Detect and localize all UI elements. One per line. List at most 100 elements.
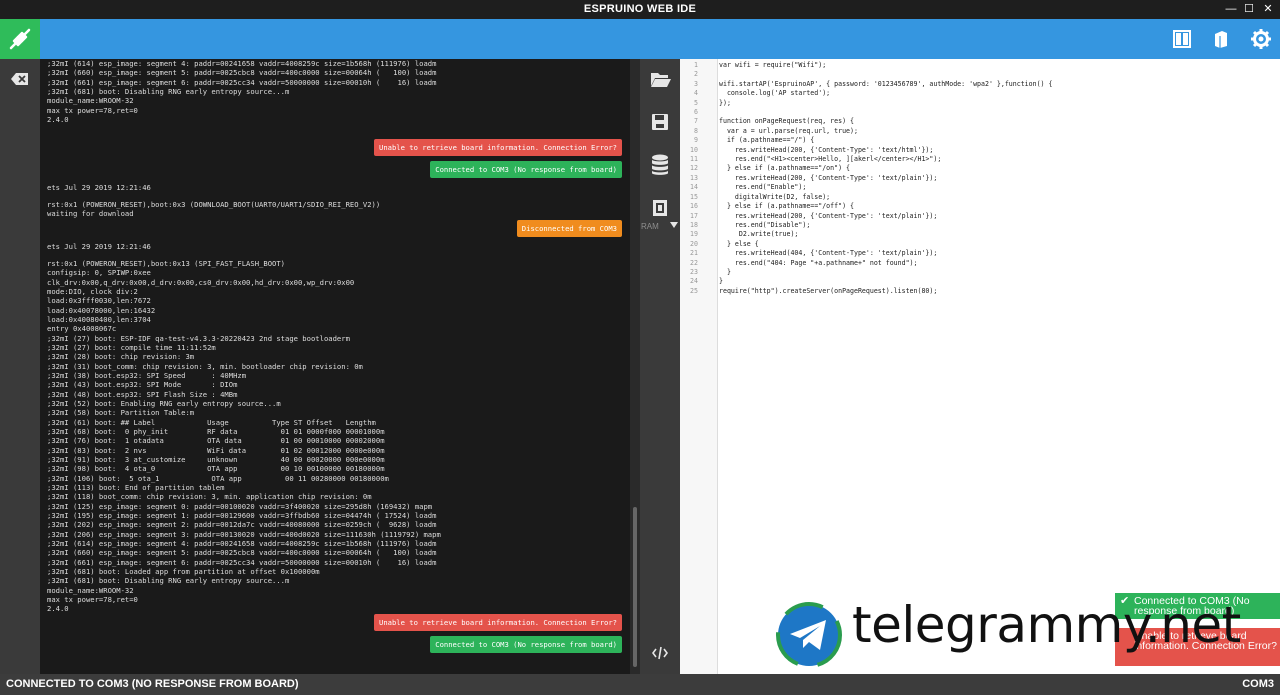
storage-icon[interactable]	[651, 154, 669, 176]
code-toggle-icon[interactable]	[652, 646, 668, 660]
settings-icon[interactable]	[1250, 28, 1272, 50]
backspace-icon[interactable]	[10, 71, 30, 87]
left-sidebar	[0, 59, 40, 674]
line-number: 3	[694, 79, 698, 88]
code-line: var wifi = require("Wifi");	[719, 61, 827, 69]
terminal[interactable]: ;32mI (614) esp_image: segment 4: paddr=…	[40, 59, 630, 674]
code-line: } else if (a.pathname=="/off") {	[719, 202, 854, 211]
terminal-line: mode:DIO, clock div:2	[47, 287, 138, 296]
terminal-line: ets Jul 29 2019 12:21:46	[47, 242, 151, 251]
line-number: 9	[694, 136, 698, 145]
terminal-line: ;32mI (660) esp_image: segment 5: paddr=…	[47, 548, 437, 558]
status-port: COM3	[1242, 678, 1274, 690]
code-line: } else {	[719, 239, 759, 248]
terminal-status-message: Unable to retrieve board information. Co…	[374, 139, 622, 156]
terminal-status-message: Unable to retrieve board information. Co…	[374, 614, 622, 631]
terminal-line: rst:0x1 (POWERON_RESET),boot:0x13 (SPI_F…	[47, 259, 285, 268]
middle-toolbar	[640, 59, 680, 674]
terminal-status-message: Connected to COM3 (No response from boar…	[430, 161, 622, 178]
terminal-line: ;32mI (661) esp_image: segment 6: paddr=…	[47, 557, 437, 567]
code-line: var a = url.parse(req.url, true);	[719, 126, 858, 135]
terminal-line: 2.4.0	[47, 604, 69, 614]
line-number: 1	[694, 61, 698, 69]
code-line: wifi.startAP('EspruinoAP', { password: '…	[719, 79, 1053, 88]
terminal-line: ;32mI (106) boot: 5 ota_1 OTA app 00 11 …	[47, 473, 389, 483]
terminal-line: ets Jul 29 2019 12:21:46	[47, 183, 151, 192]
line-number: 24	[690, 277, 698, 286]
line-number: 18	[690, 220, 698, 229]
line-number: 19	[690, 230, 698, 239]
code-line: res.end("Enable");	[719, 183, 807, 192]
code-line: } else if (a.pathname=="/on") {	[719, 164, 851, 173]
terminal-line: ;32mI (681) boot: Disabling RNG early en…	[47, 576, 290, 586]
terminal-line: ;32mI (202) esp_image: segment 2: paddr=…	[47, 520, 437, 530]
terminal-line: ;32mI (83) boot: 2 nvs WiFi data 01 02 0…	[47, 445, 385, 455]
code-line: });	[719, 98, 731, 107]
scroll-thumb[interactable]	[633, 507, 637, 667]
terminal-line: max tx power=78,ret=0	[47, 595, 138, 604]
folder-open-icon[interactable]	[650, 70, 672, 88]
line-number: 11	[690, 155, 698, 164]
telegram-logo-icon	[776, 602, 842, 668]
terminal-line: ;32mI (195) esp_image: segment 1: paddr=…	[47, 511, 437, 520]
title-bar: ESPRUINO WEB IDE — ☐ ✕	[0, 0, 1280, 19]
code-editor[interactable]: 1 2 3 4 5 6 7 8 9 10 11 12 13 14 15 16 17 18 19 20 21 22 23 24 2…	[680, 59, 1280, 674]
close-button[interactable]: ✕	[1259, 0, 1277, 19]
code-line: res.end("<H1><center>Hello, ][akerl</cen…	[719, 155, 942, 164]
split-view-icon[interactable]	[1171, 28, 1193, 50]
terminal-line: ;32mI (125) esp_image: segment 0: paddr=…	[47, 501, 433, 511]
terminal-line: load:0x40080400,len:3704	[47, 315, 151, 324]
line-number: 2	[694, 70, 698, 79]
watermark-text: telegrammy.net	[852, 596, 1241, 654]
terminal-line: ;32mI (48) boot.esp32: SPI Flash Size : …	[47, 389, 238, 399]
terminal-line: ;32mI (43) boot.esp32: SPI Mode : DIOm	[47, 380, 238, 390]
terminal-line: 2.4.0	[47, 115, 69, 124]
terminal-line: load:0x3fff0030,len:7672	[47, 296, 151, 306]
terminal-line: ;32mI (98) boot: 4 ota_0 OTA app 00 10 0…	[47, 464, 385, 474]
line-number: 15	[690, 192, 698, 201]
line-number: 10	[690, 145, 698, 154]
line-number: 12	[690, 164, 698, 173]
terminal-line: module_name:WROOM-32	[47, 585, 134, 595]
status-bar: CONNECTED TO COM3 (NO RESPONSE FROM BOAR…	[0, 674, 1280, 695]
line-number: 13	[690, 173, 698, 182]
line-number: 20	[690, 239, 698, 248]
book-icon[interactable]	[1210, 28, 1232, 50]
terminal-line: ;32mI (52) boot: Enabling RNG early entr…	[47, 399, 281, 408]
watermark: telegrammy.net	[776, 596, 1266, 668]
send-to-ram-icon[interactable]	[652, 199, 668, 217]
terminal-line: entry 0x4008067c	[47, 324, 117, 334]
maximize-button[interactable]: ☐	[1240, 0, 1258, 19]
terminal-line: ;32mI (113) boot: End of partition table…	[47, 483, 225, 492]
terminal-line: ;32mI (206) esp_image: segment 3: paddr=…	[47, 529, 441, 539]
line-number: 17	[690, 211, 698, 220]
terminal-line: waiting for download	[47, 209, 134, 219]
terminal-scrollbar[interactable]	[630, 59, 640, 674]
connect-icon	[9, 28, 31, 50]
minimize-button[interactable]: —	[1222, 0, 1240, 19]
terminal-line: ;32mI (681) boot: Loaded app from partit…	[47, 567, 320, 576]
code-content[interactable]: var wifi = require("Wifi"); wifi.startAP…	[719, 61, 1052, 296]
status-connection: CONNECTED TO COM3 (NO RESPONSE FROM BOAR…	[6, 678, 299, 690]
code-line: digitalWrite(D2, false);	[719, 192, 831, 201]
chevron-down-icon[interactable]	[670, 221, 678, 229]
terminal-line: ;32mI (58) boot: Partition Table:m	[47, 408, 195, 418]
terminal-line: ;32mI (68) boot: 0 phy_init RF data 01 0…	[47, 427, 385, 436]
line-number: 23	[690, 267, 698, 276]
terminal-line: ;32mI (38) boot.esp32: SPI Speed : 40MHz…	[47, 371, 247, 380]
code-line: res.writeHead(200, {'Content-Type': 'tex…	[719, 145, 934, 154]
save-icon[interactable]	[651, 113, 669, 131]
terminal-line: ;32mI (614) esp_image: segment 4: paddr=…	[47, 59, 437, 68]
terminal-line: clk_drv:0x00,q_drv:0x00,d_drv:0x00,cs0_d…	[47, 277, 355, 287]
line-number: 4	[694, 89, 698, 98]
window-title: ESPRUINO WEB IDE	[583, 3, 697, 15]
code-line: console.log('AP started');	[719, 89, 831, 98]
code-line: if (a.pathname=="/") {	[719, 136, 815, 145]
connect-button[interactable]	[0, 19, 40, 59]
line-number: 7	[694, 117, 698, 126]
terminal-line: ;32mI (118) boot_comm: chip revision: 3,…	[47, 492, 372, 502]
terminal-line: ;32mI (661) esp_image: segment 6: paddr=…	[47, 77, 437, 87]
terminal-line: module_name:WROOM-32	[47, 96, 134, 106]
code-line: D2.write(true);	[719, 230, 799, 239]
